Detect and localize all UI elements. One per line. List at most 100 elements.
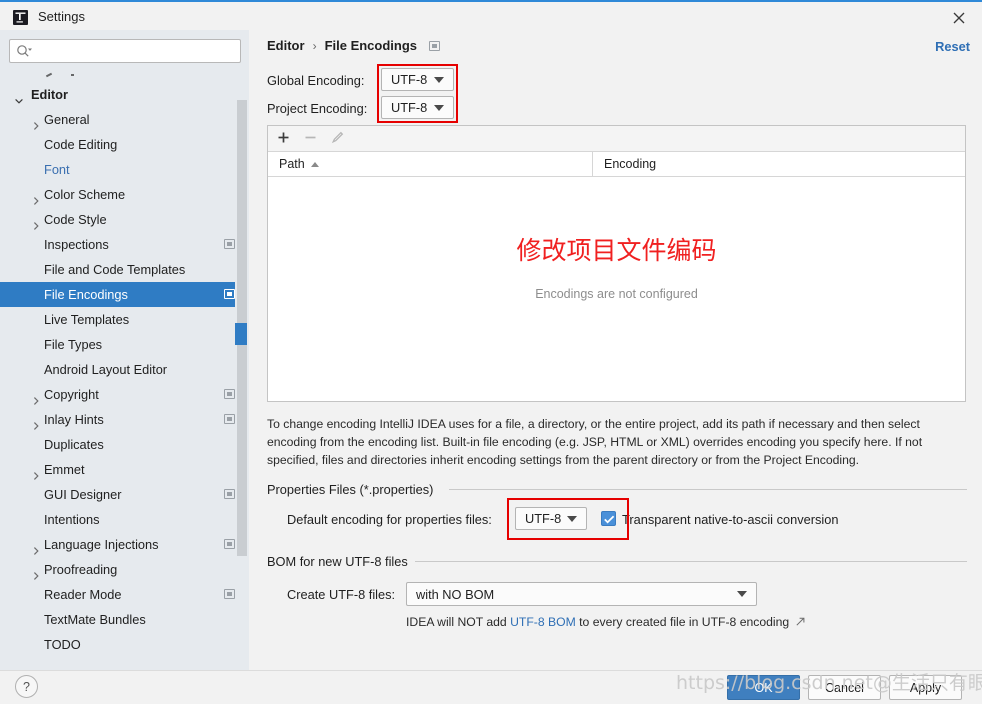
- sidebar-item-file-and-code-templates[interactable]: File and Code Templates: [0, 257, 249, 282]
- sidebar-item-label: Inspections: [44, 237, 109, 252]
- settings-tree: Editor General Code Editing Font Color Schem…: [0, 72, 249, 670]
- window-title: Settings: [38, 9, 85, 24]
- column-header-path[interactable]: Path: [268, 151, 593, 177]
- sidebar-item-label: File Types: [44, 337, 103, 352]
- chevron-right-icon[interactable]: [31, 415, 41, 430]
- external-link-icon[interactable]: [796, 615, 805, 629]
- sidebar-item-label: Proofreading: [44, 562, 118, 577]
- sidebar-item-label: TODO: [44, 637, 81, 652]
- default-properties-encoding-label: Default encoding for properties files:: [287, 512, 492, 527]
- reset-link[interactable]: Reset: [935, 39, 970, 54]
- chevron-right-icon[interactable]: [31, 190, 41, 205]
- chevron-right-icon[interactable]: [31, 540, 41, 555]
- utf8-bom-link[interactable]: UTF-8 BOM: [510, 615, 576, 629]
- sidebar-item-android-layout-editor[interactable]: Android Layout Editor: [0, 357, 249, 382]
- transparent-native-to-ascii-checkbox[interactable]: [601, 511, 616, 526]
- chevron-down-icon: [434, 104, 444, 111]
- sidebar-item-color-scheme[interactable]: Color Scheme: [0, 182, 249, 207]
- sidebar-item-label: Live Templates: [44, 312, 130, 327]
- sidebar-item-label: GUI Designer: [44, 487, 122, 502]
- sidebar-item-code-style[interactable]: Code Style: [0, 207, 249, 232]
- properties-group-title: Properties Files (*.properties): [267, 482, 441, 497]
- settings-sidebar: Editor General Code Editing Font Color Schem…: [0, 30, 249, 670]
- sidebar-item-language-injections[interactable]: Language Injections: [0, 532, 249, 557]
- project-encoding-label: Project Encoding:: [267, 101, 368, 116]
- sidebar-item-reader-mode[interactable]: Reader Mode: [0, 582, 249, 607]
- sidebar-item-label: Code Editing: [44, 137, 118, 152]
- sidebar-item-live-templates[interactable]: Live Templates: [0, 307, 249, 332]
- project-encoding-value: UTF-8: [391, 100, 428, 115]
- sidebar-item-label: Reader Mode: [44, 587, 122, 602]
- sidebar-item-editor[interactable]: Editor: [0, 82, 249, 107]
- chevron-right-icon[interactable]: [31, 390, 41, 405]
- close-icon[interactable]: [936, 4, 982, 32]
- sidebar-item-emmet[interactable]: Emmet: [0, 457, 249, 482]
- settings-main-panel: Editor › File Encodings Reset Global Enc…: [249, 30, 982, 670]
- sidebar-scrollbar-thumb[interactable]: [235, 100, 247, 556]
- plus-icon[interactable]: [277, 131, 290, 147]
- column-header-path-label: Path: [279, 156, 305, 171]
- sidebar-item-inlay-hints[interactable]: Inlay Hints: [0, 407, 249, 432]
- chevron-right-icon[interactable]: [31, 465, 41, 480]
- ok-button[interactable]: OK: [727, 675, 800, 700]
- sidebar-item-file-encodings[interactable]: File Encodings: [0, 282, 249, 307]
- tree-clipped-row: [0, 72, 249, 82]
- dialog-footer: ? OK Cancel Apply: [0, 670, 982, 704]
- sidebar-item-code-editing[interactable]: Code Editing: [0, 132, 249, 157]
- sidebar-item-label: Font: [44, 162, 70, 177]
- sidebar-item-inspections[interactable]: Inspections: [0, 232, 249, 257]
- sidebar-item-intentions[interactable]: Intentions: [0, 507, 249, 532]
- sidebar-item-font[interactable]: Font: [0, 157, 249, 182]
- cancel-button[interactable]: Cancel: [808, 675, 881, 700]
- sidebar-item-general[interactable]: General: [0, 107, 249, 132]
- settings-dialog: Settings Editor General Code Editing Fon…: [0, 0, 982, 704]
- breadcrumb: Editor › File Encodings: [267, 38, 441, 53]
- search-input[interactable]: [36, 40, 236, 62]
- project-scope-badge-icon: [224, 239, 235, 249]
- sidebar-item-copyright[interactable]: Copyright: [0, 382, 249, 407]
- project-scope-badge-icon: [429, 40, 441, 51]
- sidebar-scrollbar-track[interactable]: [235, 72, 249, 670]
- sidebar-item-textmate-bundles[interactable]: TextMate Bundles: [0, 607, 249, 632]
- encodings-table-body[interactable]: 修改项目文件编码 Encodings are not configured: [268, 177, 965, 401]
- breadcrumb-parent[interactable]: Editor: [267, 38, 305, 53]
- chevron-right-icon[interactable]: [31, 565, 41, 580]
- create-utf8-files-label: Create UTF-8 files:: [287, 587, 396, 602]
- create-utf8-files-dropdown[interactable]: with NO BOM: [406, 582, 757, 606]
- create-utf8-files-value: with NO BOM: [416, 586, 495, 602]
- sidebar-item-duplicates[interactable]: Duplicates: [0, 432, 249, 457]
- sidebar-item-label: Copyright: [44, 387, 99, 402]
- sidebar-item-todo[interactable]: TODO: [0, 632, 249, 657]
- sidebar-item-gui-designer[interactable]: GUI Designer: [0, 482, 249, 507]
- sidebar-item-label: Code Style: [44, 212, 107, 227]
- column-header-encoding[interactable]: Encoding: [593, 152, 656, 177]
- chevron-right-icon[interactable]: [31, 215, 41, 230]
- sidebar-item-file-types[interactable]: File Types: [0, 332, 249, 357]
- sidebar-item-label: File Encodings: [44, 287, 128, 302]
- search-box[interactable]: [9, 39, 241, 63]
- chevron-down-icon[interactable]: [14, 90, 24, 104]
- breadcrumb-separator: ›: [312, 38, 317, 53]
- chevron-right-icon[interactable]: [31, 115, 41, 130]
- sidebar-item-label: General: [44, 112, 90, 127]
- encodings-table: Path Encoding 修改项目文件编码 Encodings are not…: [267, 125, 966, 402]
- encodings-description: To change encoding IntelliJ IDEA uses fo…: [267, 417, 923, 467]
- sort-ascending-icon: [310, 161, 319, 167]
- global-encoding-value: UTF-8: [391, 72, 428, 87]
- sidebar-item-label: Intentions: [44, 512, 100, 527]
- search-icon: [16, 44, 32, 62]
- window-titlebar: Settings: [0, 0, 982, 30]
- apply-button[interactable]: Apply: [889, 675, 962, 700]
- global-encoding-label: Global Encoding:: [267, 73, 365, 88]
- project-encoding-dropdown[interactable]: UTF-8: [381, 96, 454, 119]
- sidebar-item-proofreading[interactable]: Proofreading: [0, 557, 249, 582]
- help-button[interactable]: ?: [15, 675, 38, 698]
- encodings-table-toolbar: [268, 126, 965, 152]
- sidebar-item-label: TextMate Bundles: [44, 612, 146, 627]
- properties-encoding-dropdown[interactable]: UTF-8: [515, 507, 587, 530]
- global-encoding-dropdown[interactable]: UTF-8: [381, 68, 454, 91]
- bom-hint-suffix: to every created file in UTF-8 encoding: [575, 615, 790, 629]
- sidebar-item-label: Inlay Hints: [44, 412, 104, 427]
- intellij-idea-icon: [13, 10, 28, 25]
- sidebar-item-label: Editor: [31, 87, 68, 102]
